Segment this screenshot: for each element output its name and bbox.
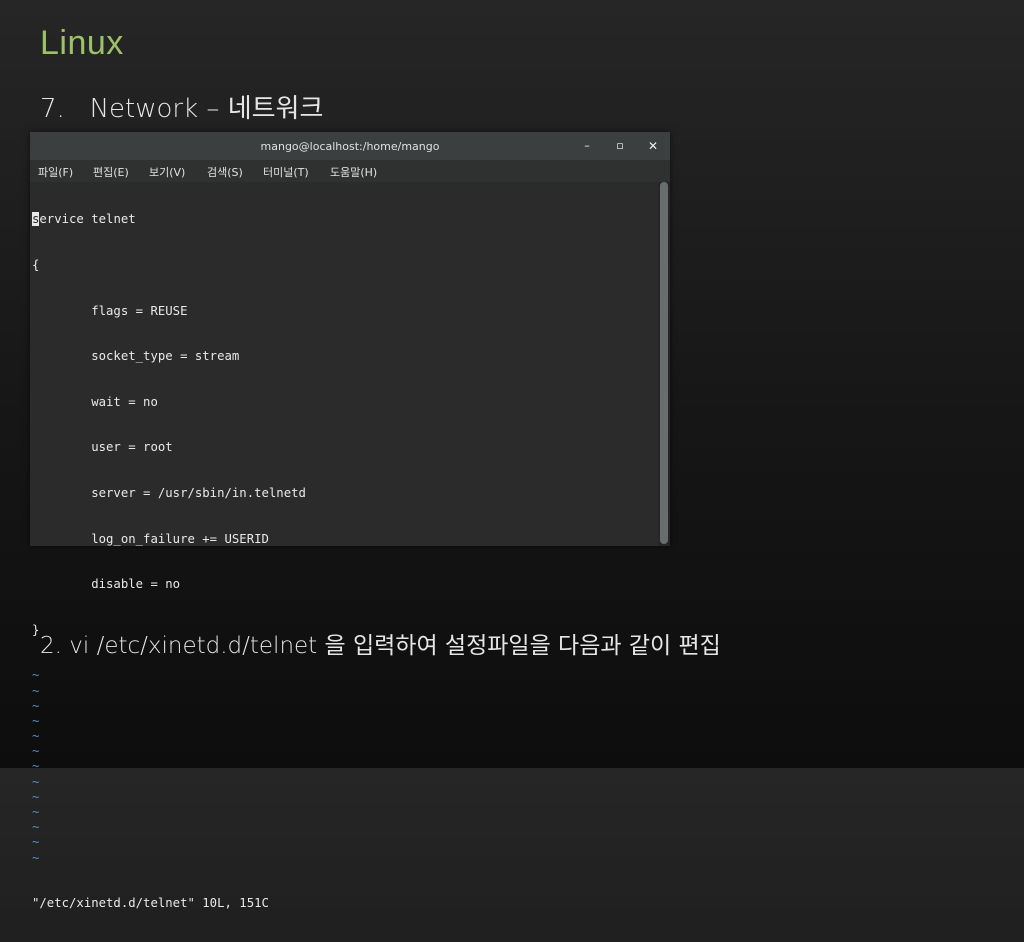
tilde-line: ~ — [32, 698, 40, 713]
tilde-line: ~ — [32, 744, 40, 759]
tilde-line: ~ — [32, 729, 40, 744]
window-title-bar[interactable]: mango@localhost:/home/mango – ▫ ✕ — [30, 132, 670, 160]
vi-status-line: "/etc/xinetd.d/telnet" 10L, 151C — [32, 896, 269, 911]
code-line: flags = REUSE — [32, 303, 188, 318]
code-line-text: ervice telnet — [39, 212, 136, 227]
terminal-window: mango@localhost:/home/mango – ▫ ✕ 파일(F) … — [30, 132, 670, 910]
code-line: disable = no — [32, 577, 181, 592]
scrollbar[interactable] — [658, 182, 670, 546]
menu-help[interactable]: 도움말(H) — [330, 164, 377, 180]
editor-content: service telnet { flags = REUSE socket_ty… — [32, 182, 306, 942]
code-line: wait = no — [32, 394, 158, 409]
empty-line-markers: ~ ~ ~ ~ ~ ~ ~ ~ ~ ~ ~ ~ ~ — [32, 668, 306, 865]
menu-bar: 파일(F) 편집(E) 보기(V) 검색(S) 터미널(T) 도움말(H) — [30, 160, 670, 182]
menu-file[interactable]: 파일(F) — [38, 164, 73, 180]
close-icon[interactable]: ✕ — [645, 138, 661, 154]
minimize-icon[interactable]: – — [579, 138, 595, 154]
tilde-line: ~ — [32, 668, 40, 683]
tilde-line: ~ — [32, 759, 40, 774]
code-line: log_on_failure += USERID — [32, 531, 269, 546]
tilde-line: ~ — [32, 850, 40, 865]
tilde-line: ~ — [32, 789, 40, 804]
tilde-line: ~ — [32, 683, 40, 698]
menu-view[interactable]: 보기(V) — [149, 164, 185, 180]
code-line: socket_type = stream — [32, 349, 240, 364]
menu-edit[interactable]: 편집(E) — [93, 164, 129, 180]
tilde-line: ~ — [32, 835, 40, 850]
tilde-line: ~ — [32, 820, 40, 835]
tilde-line: ~ — [32, 805, 40, 820]
slide-caption: 2. vi /etc/xinetd.d/telnet 을 입력하여 설정파일을 … — [40, 633, 721, 659]
tilde-line: ~ — [32, 713, 40, 728]
code-line: server = /usr/sbin/in.telnetd — [32, 485, 306, 500]
window-title: mango@localhost:/home/mango — [260, 140, 440, 153]
menu-search[interactable]: 검색(S) — [207, 164, 243, 180]
slide-title: Linux — [40, 24, 124, 62]
terminal-text-area[interactable]: service telnet { flags = REUSE socket_ty… — [30, 182, 658, 910]
slide-subtitle: 7. Network – 네트워크 — [40, 94, 324, 124]
scrollbar-thumb[interactable] — [660, 182, 668, 544]
code-line: service telnet — [32, 212, 306, 227]
code-line: { — [32, 258, 40, 272]
code-line: user = root — [32, 440, 173, 455]
tilde-line: ~ — [32, 774, 40, 789]
maximize-icon[interactable]: ▫ — [612, 138, 628, 154]
menu-terminal[interactable]: 터미널(T) — [263, 164, 309, 180]
